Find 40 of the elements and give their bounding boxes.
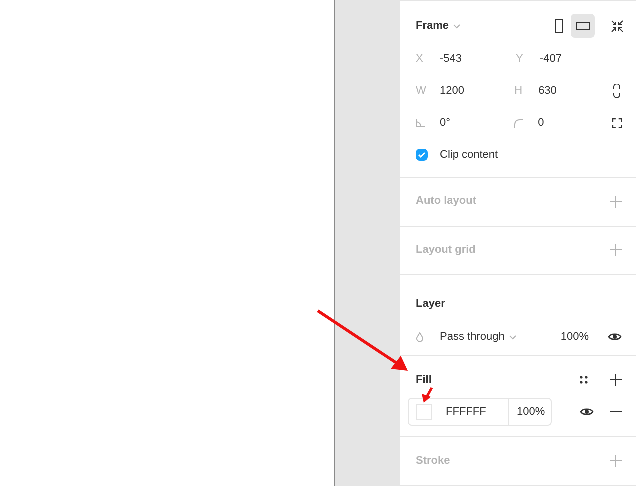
field-value[interactable]: 0 — [538, 114, 544, 132]
frame-title[interactable]: Frame — [416, 18, 450, 34]
field-label: Y — [516, 52, 524, 67]
field-label: X — [416, 52, 424, 67]
section-title: Layer — [416, 298, 446, 310]
portrait-icon — [555, 19, 563, 33]
field-value[interactable]: -407 — [540, 50, 562, 68]
eye-icon[interactable] — [608, 332, 622, 342]
checkbox[interactable] — [416, 149, 428, 161]
corner-radius-icon — [514, 118, 524, 128]
field-value[interactable]: 1200 — [440, 82, 464, 100]
collapse-icon[interactable] — [611, 20, 624, 32]
opacity-value[interactable]: 100% — [560, 329, 589, 346]
field-label: H — [514, 84, 524, 99]
field-value[interactable]: 0° — [440, 114, 451, 132]
landscape-icon — [576, 22, 590, 30]
eye-icon[interactable] — [580, 407, 594, 418]
blend-mode-dropdown[interactable]: Pass through — [440, 329, 505, 346]
section-title: Stroke — [416, 454, 450, 469]
grid-dots-icon[interactable] — [580, 376, 588, 384]
opacity-value: 100% — [517, 405, 546, 420]
section-title: Fill — [416, 373, 432, 388]
color-swatch[interactable] — [416, 404, 432, 420]
constrain-proportions-icon[interactable] — [613, 84, 622, 98]
section-title: Layout grid — [416, 243, 476, 258]
field-value[interactable]: -543 — [440, 50, 462, 68]
section-title: Auto layout — [416, 194, 476, 210]
landscape-button[interactable] — [571, 14, 595, 38]
angle-icon — [416, 118, 425, 128]
field-value[interactable]: 630 — [538, 82, 557, 100]
hex-value: FFFFFF — [446, 405, 488, 420]
minus-icon[interactable] — [610, 411, 622, 414]
checkbox-label: Clip content — [440, 148, 498, 163]
arrow-drawing — [421, 387, 434, 404]
expand-icon[interactable] — [612, 118, 624, 128]
check-icon — [418, 152, 426, 158]
field-label: W — [416, 84, 428, 99]
plus-icon[interactable] — [610, 374, 622, 386]
fill-field[interactable]: FFFFFF 100% — [408, 398, 552, 426]
drop-icon — [416, 332, 424, 342]
